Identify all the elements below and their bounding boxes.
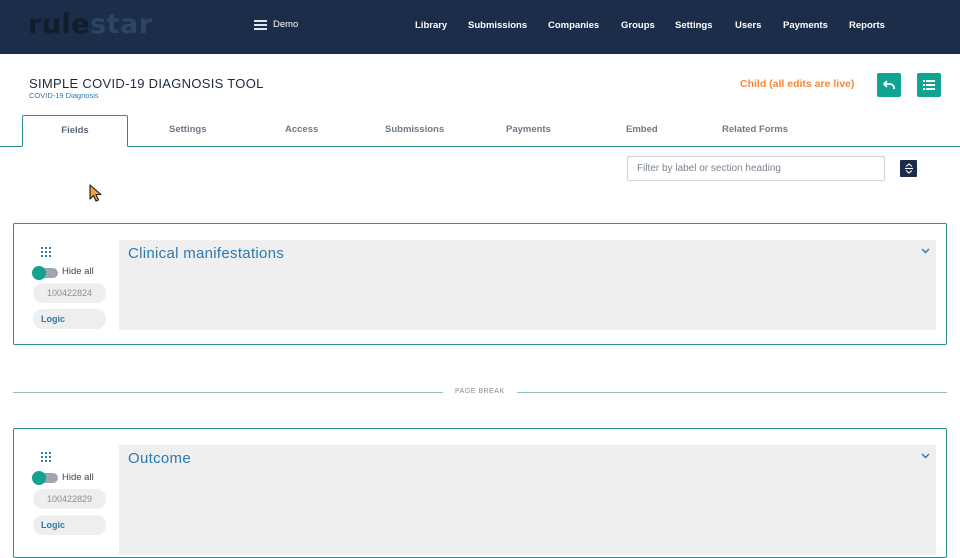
page-title: SIMPLE COVID-19 DIAGNOSIS TOOL [29, 76, 264, 91]
hide-all-label: Hide all [62, 266, 94, 277]
nav-companies[interactable]: Companies [548, 20, 599, 31]
rulestar-logo[interactable]: rulestar [28, 9, 153, 40]
chevron-down-icon[interactable] [921, 248, 930, 254]
hide-all-toggle[interactable] [32, 266, 58, 280]
page-subtitle: COVID-19 Diagnosis [29, 91, 99, 100]
section-id-badge: 100422829 [33, 489, 106, 509]
logo-text-star: star [90, 9, 153, 40]
collapse-all-button[interactable] [900, 160, 917, 177]
mouse-cursor-icon [89, 184, 102, 202]
drag-handle-icon[interactable] [41, 452, 52, 463]
company-name: Demo [273, 19, 299, 30]
nav-groups[interactable]: Groups [621, 20, 655, 31]
page-break-label: PAGE BREAK [455, 388, 505, 395]
tab-payments[interactable]: Payments [506, 124, 551, 135]
undo-icon [883, 80, 895, 89]
tab-access[interactable]: Access [285, 124, 318, 135]
nav-settings[interactable]: Settings [675, 20, 712, 31]
logic-button[interactable]: Logic [33, 309, 106, 329]
nav-library[interactable]: Library [415, 20, 447, 31]
section-id-badge: 100422824 [33, 283, 106, 303]
logic-button[interactable]: Logic [33, 515, 106, 535]
nav-reports[interactable]: Reports [849, 20, 885, 31]
section-title: Outcome [128, 450, 191, 467]
menu-button[interactable] [917, 73, 941, 97]
section-header[interactable]: Clinical manifestations [119, 240, 936, 330]
tab-fields-label: Fields [61, 125, 89, 136]
chevron-down-icon[interactable] [921, 453, 930, 459]
status-label: Child (all edits are live) [740, 78, 855, 90]
tab-fields[interactable]: Fields [22, 115, 128, 147]
tab-embed[interactable]: Embed [626, 124, 658, 135]
section-card: Hide all 100422829 Logic Outcome [13, 428, 947, 558]
hide-all-label: Hide all [62, 472, 94, 483]
section-card: Hide all 100422824 Logic Clinical manife… [13, 223, 947, 345]
page-break-line-left [13, 392, 443, 393]
nav-payments[interactable]: Payments [783, 20, 828, 31]
section-header[interactable]: Outcome [119, 445, 936, 555]
top-navbar: rulestar Demo Library Submissions Compan… [0, 0, 960, 54]
collapse-expand-icon [904, 163, 913, 174]
filter-input[interactable] [627, 156, 885, 181]
nav-submissions[interactable]: Submissions [468, 20, 527, 31]
section-title: Clinical manifestations [128, 245, 285, 262]
building-icon [254, 19, 267, 30]
company-selector[interactable]: Demo [254, 19, 298, 30]
page-break-line-right [517, 392, 947, 393]
nav-users[interactable]: Users [735, 20, 761, 31]
tab-settings[interactable]: Settings [169, 124, 206, 135]
tab-submissions[interactable]: Submissions [385, 124, 444, 135]
tabs-divider [0, 146, 960, 147]
list-icon [923, 80, 935, 90]
revert-button[interactable] [877, 73, 901, 97]
drag-handle-icon[interactable] [41, 247, 52, 258]
logo-text-rule: rule [28, 9, 91, 40]
tab-related-forms[interactable]: Related Forms [722, 124, 788, 135]
hide-all-toggle[interactable] [32, 471, 58, 485]
